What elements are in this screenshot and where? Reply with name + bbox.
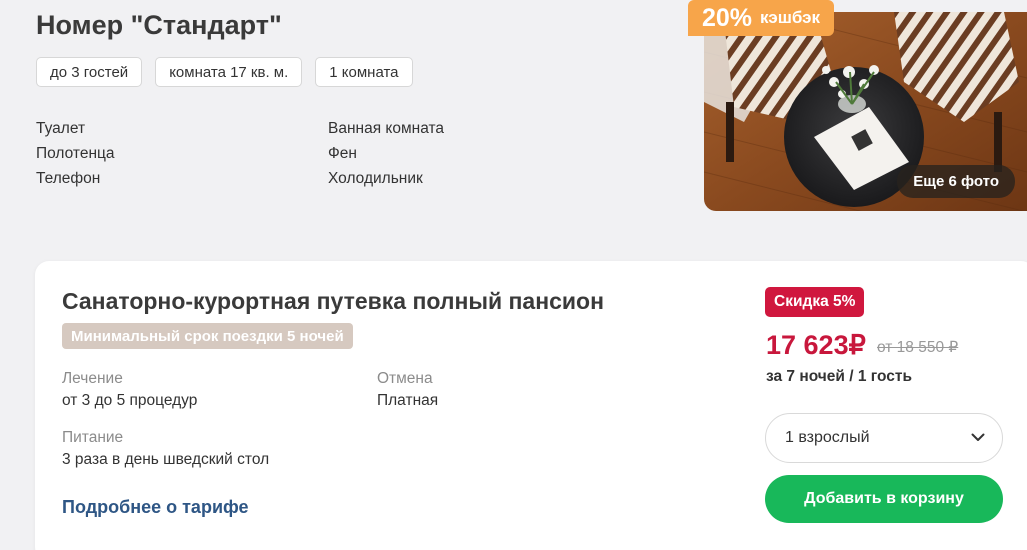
amenity-item: Полотенца [36,145,115,162]
amenity-item: Телефон [36,170,101,187]
meals-value: 3 раза в день шведский стол [62,451,270,468]
amenity-item: Холодильник [328,170,423,187]
price: 17 623₽ [766,330,866,360]
tariff-details-link[interactable]: Подробнее о тарифе [62,497,249,518]
room-photo[interactable]: Еще 6 фото [704,12,1027,211]
cancel-label: Отмена [377,370,433,387]
tariff-title: Санаторно-курортная путевка полный панси… [62,288,604,314]
guests-select-value: 1 взрослый [785,429,870,446]
treatment-value: от 3 до 5 процедур [62,392,198,409]
tariff-card: Санаторно-курортная путевка полный панси… [35,261,1027,550]
old-price: от 18 550 ₽ [877,339,959,356]
amenity-item: Туалет [36,120,86,137]
cashback-badge: 20% кэшбэк [688,0,835,36]
add-to-cart-button[interactable]: Добавить в корзину [765,475,1003,523]
discount-badge: Скидка 5% [765,287,865,317]
room-title: Номер "Стандарт" [36,10,282,40]
chip-rooms: 1 комната [315,57,413,87]
chevron-down-icon [971,429,985,447]
chip-guests: до 3 гостей [36,57,143,87]
price-note: за 7 ночей / 1 гость [766,368,913,385]
guests-select[interactable]: 1 взрослый [765,413,1003,463]
treatment-label: Лечение [62,370,123,387]
cancel-value: Платная [377,392,439,409]
more-photos-button[interactable]: Еще 6 фото [897,165,1015,198]
amenity-item: Фен [328,145,357,162]
amenity-item: Ванная комната [328,120,445,137]
cashback-label: кэшбэк [760,8,821,27]
meals-label: Питание [62,429,124,446]
room-chips: до 3 гостей комната 17 кв. м. 1 комната [36,57,413,87]
amenities-left: Туалет Полотенца Телефон [36,116,115,191]
amenities-right: Ванная комната Фен Холодильник [328,116,444,191]
min-stay-badge: Минимальный срок поездки 5 ночей [62,323,353,349]
cashback-percent: 20% [702,3,753,32]
chip-area: комната 17 кв. м. [155,57,303,87]
